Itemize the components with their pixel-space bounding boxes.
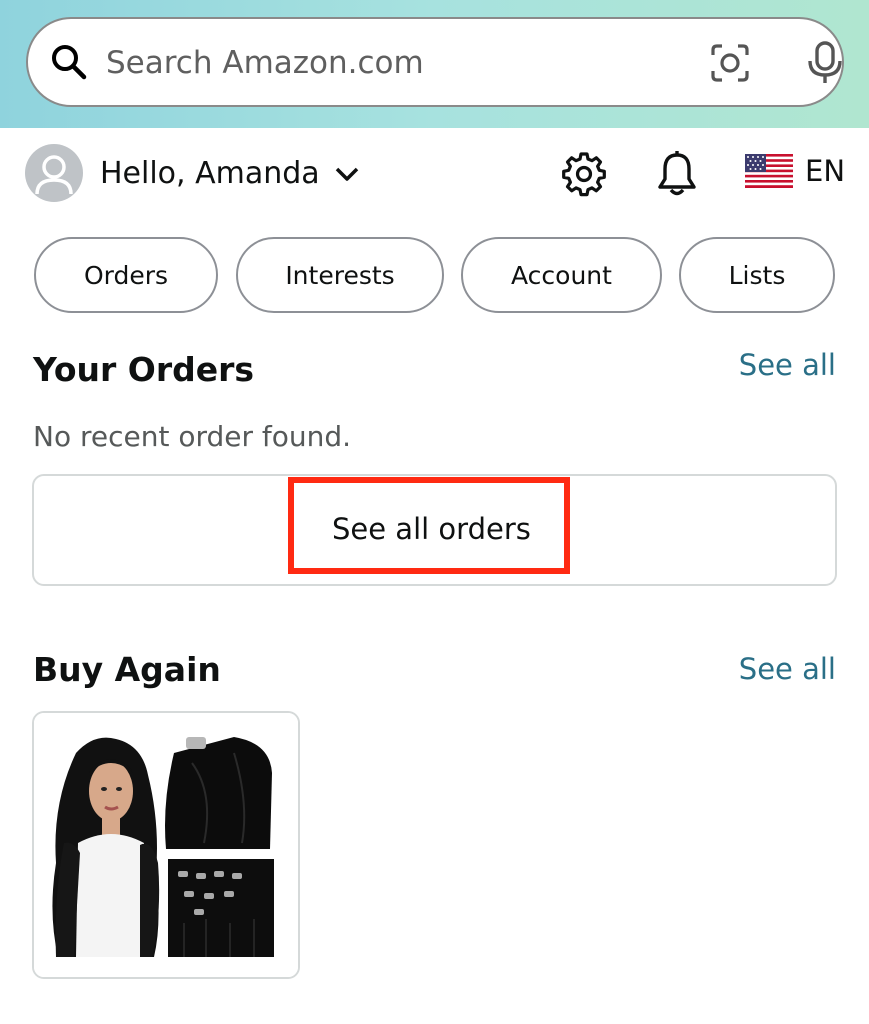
your-orders-title: Your Orders [33, 350, 255, 389]
notifications-bell-icon[interactable] [655, 150, 699, 198]
your-orders-see-all-link[interactable]: See all [739, 348, 836, 382]
no-orders-message: No recent order found. [33, 420, 352, 453]
buy-again-product-card[interactable] [32, 711, 300, 979]
chevron-down-icon [335, 167, 358, 181]
language-selector[interactable]: EN [745, 154, 845, 188]
pill-account[interactable]: Account [461, 237, 662, 313]
greeting-text: Hello, Amanda [100, 156, 320, 191]
account-header-row: Hello, Amanda EN [0, 128, 869, 228]
pill-orders[interactable]: Orders [34, 237, 218, 313]
camera-lens-icon[interactable] [710, 43, 750, 83]
buy-again-title: Buy Again [33, 650, 221, 689]
microphone-icon[interactable] [804, 41, 846, 85]
account-greeting[interactable]: Hello, Amanda [100, 156, 360, 191]
search-header [0, 0, 869, 128]
avatar[interactable] [25, 144, 83, 202]
pill-interests[interactable]: Interests [236, 237, 444, 313]
pill-lists[interactable]: Lists [679, 237, 835, 313]
search-icon[interactable] [50, 43, 88, 81]
product-image [34, 713, 298, 977]
search-input[interactable] [106, 41, 666, 85]
search-bar[interactable] [26, 17, 844, 107]
settings-gear-icon[interactable] [560, 150, 608, 198]
see-all-orders-label: See all orders [332, 512, 531, 546]
person-icon [35, 155, 73, 195]
us-flag-icon [745, 154, 793, 188]
buy-again-see-all-link[interactable]: See all [739, 652, 836, 686]
language-code: EN [805, 154, 846, 188]
